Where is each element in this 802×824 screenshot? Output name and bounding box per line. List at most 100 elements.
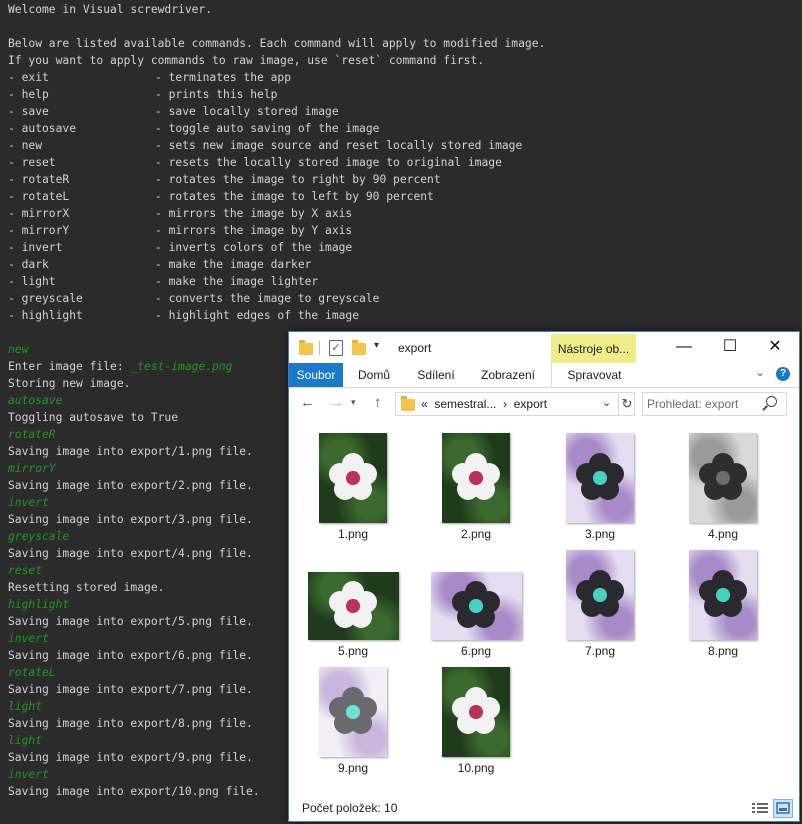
navigation-bar: ← → ▾ ↑ « semestral... › export ⌄ ↻ (289, 388, 799, 420)
command-description: - make the image darker (155, 258, 312, 271)
back-button[interactable]: ← (300, 394, 315, 411)
address-bar[interactable]: « semestral... › export ⌄ ↻ (395, 392, 635, 416)
user-command: invert (8, 496, 49, 509)
terminal-line: If you want to apply commands to raw ima… (8, 54, 485, 67)
command-name: - rotateL (8, 190, 70, 203)
file-list[interactable]: 1.png 2.png 3.png 4.png 5.png 6.png 7.png 8.png… (289, 426, 799, 796)
help-command-row: - reset - resets the locally stored image… (8, 154, 545, 171)
terminal-line: Welcome in Visual screwdriver. (8, 3, 213, 16)
command-description: - sets new image source and reset locall… (155, 139, 523, 152)
command-description: - inverts colors of the image (155, 241, 353, 254)
help-command-row: - highlight - highlight edges of the imag… (8, 307, 545, 324)
command-name: - mirrorY (8, 224, 70, 237)
search-input[interactable] (645, 395, 767, 413)
details-view-icon[interactable] (752, 802, 768, 814)
forward-button[interactable]: → (329, 394, 344, 411)
search-icon[interactable] (766, 396, 777, 407)
output-text: Saving image into export/5.png file. (8, 615, 253, 628)
breadcrumb-parent[interactable]: semestral... (434, 397, 496, 411)
file-item[interactable]: 8.png (663, 426, 783, 662)
minimize-button[interactable]: — (661, 332, 707, 362)
help-command-row: - exit - terminates the app (8, 69, 545, 86)
properties-icon[interactable]: ✓ (329, 340, 343, 356)
tab-manage[interactable]: Spravovat (551, 363, 637, 387)
user-command: rotateL (8, 666, 56, 679)
command-description: - make the image lighter (155, 275, 319, 288)
user-command: greyscale (8, 530, 70, 543)
user-command: rotateR (8, 428, 56, 441)
command-name: - invert (8, 241, 63, 254)
user-command: light (8, 700, 43, 713)
breadcrumb-overflow[interactable]: « (421, 397, 428, 411)
file-explorer-window[interactable]: ✓ ▾ export Nástroje ob... — ☐ ✕ Soubor D… (288, 331, 800, 822)
user-command: invert (8, 632, 49, 645)
output-text: Toggling autosave to True (8, 411, 179, 424)
help-command-row: - dark - make the image darker (8, 256, 545, 273)
image-thumbnail (442, 667, 510, 757)
command-description: - highlight edges of the image (155, 309, 360, 322)
folder-icon (299, 340, 313, 355)
tab-file[interactable]: Soubor (289, 363, 343, 387)
file-item[interactable]: 10.png (416, 426, 536, 779)
close-button[interactable]: ✕ (752, 332, 798, 362)
tab-view[interactable]: Zobrazení (477, 363, 539, 387)
output-text: Enter image file: (8, 360, 131, 373)
image-thumbnail (689, 550, 757, 640)
help-icon[interactable]: ? (776, 367, 790, 381)
file-name: 10.png (457, 761, 495, 775)
search-box[interactable] (642, 392, 787, 416)
command-name: - save (8, 105, 49, 118)
output-text: Saving image into export/2.png file. (8, 479, 253, 492)
command-name: - dark (8, 258, 49, 271)
help-command-row: - rotateL - rotates the image to left by … (8, 188, 545, 205)
breadcrumb-current[interactable]: export (514, 397, 547, 411)
user-command: new (8, 343, 29, 356)
user-input: _test-image.png (130, 360, 233, 373)
output-text: Storing new image. (8, 377, 131, 390)
terminal-line: Below are listed available commands. Eac… (8, 37, 546, 50)
title-bar[interactable]: ✓ ▾ export Nástroje ob... — ☐ ✕ (289, 332, 799, 365)
item-count: Počet položek: 10 (302, 801, 398, 815)
command-description: - save locally stored image (155, 105, 339, 118)
command-description: - rotates the image to left by 90 percen… (155, 190, 434, 203)
file-name: 7.png (584, 644, 616, 658)
output-text: Saving image into export/1.png file. (8, 445, 253, 458)
file-item[interactable]: 9.png (293, 426, 413, 779)
user-command: highlight (8, 598, 70, 611)
file-name: 9.png (337, 761, 369, 775)
command-name: - exit (8, 71, 49, 84)
command-name: - reset (8, 156, 56, 169)
command-name: - help (8, 88, 49, 101)
image-thumbnail (319, 667, 387, 757)
flower-center (716, 588, 730, 602)
help-command-row: - new - sets new image source and reset l… (8, 137, 545, 154)
picture-tools-tab[interactable]: Nástroje ob... (551, 334, 636, 365)
new-folder-icon[interactable] (352, 340, 366, 355)
file-item[interactable]: 7.png (540, 426, 660, 662)
command-description: - converts the image to greyscale (155, 292, 380, 305)
address-dropdown-icon[interactable]: ⌄ (602, 396, 611, 409)
help-command-row: - mirrorY - mirrors the image by Y axis (8, 222, 545, 239)
command-description: - terminates the app (155, 71, 292, 84)
command-description: - rotates the image to right by 90 perce… (155, 173, 441, 186)
tab-home[interactable]: Domů (347, 363, 401, 387)
refresh-button[interactable]: ↻ (618, 393, 635, 415)
up-button[interactable]: ↑ (374, 394, 382, 411)
output-text: Saving image into export/3.png file. (8, 513, 253, 526)
output-text: Resetting stored image. (8, 581, 165, 594)
user-command: mirrorY (8, 462, 56, 475)
recent-locations-icon[interactable]: ▾ (351, 397, 356, 408)
large-icons-view-icon[interactable] (773, 799, 793, 818)
status-bar: Počet položek: 10 (289, 796, 799, 820)
tab-share[interactable]: Sdílení (407, 363, 465, 387)
breadcrumb[interactable]: « semestral... › export (421, 397, 547, 411)
breadcrumb-separator[interactable]: › (503, 397, 507, 411)
user-command: invert (8, 768, 49, 781)
quick-access-dropdown-icon[interactable]: ▾ (374, 340, 379, 351)
chevron-down-icon[interactable]: ⌄ (755, 365, 765, 379)
window-title: export (398, 341, 432, 355)
command-name: - new (8, 139, 43, 152)
maximize-button[interactable]: ☐ (707, 332, 753, 362)
user-command: light (8, 734, 43, 747)
